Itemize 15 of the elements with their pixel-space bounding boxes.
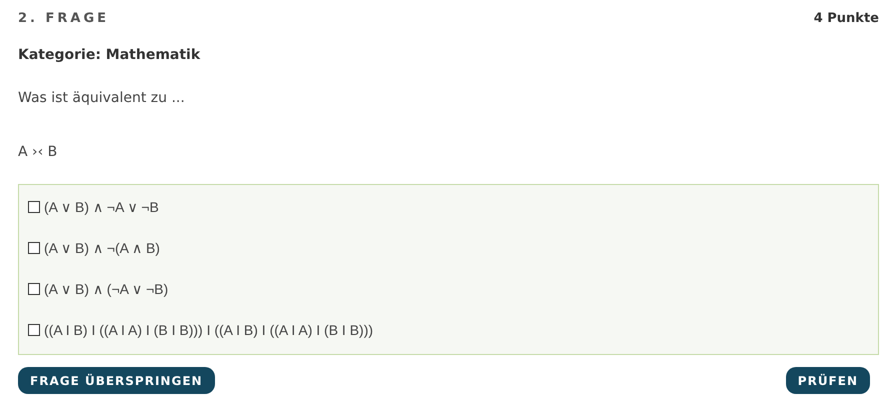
points-label: 4 Punkte xyxy=(814,10,879,28)
category-label: Kategorie: Mathematik xyxy=(18,46,202,65)
skip-button[interactable]: FRAGE ÜBERSPRINGEN xyxy=(18,367,215,394)
checkbox[interactable] xyxy=(28,324,40,336)
question-text: Was ist äquivalent zu ... xyxy=(18,89,186,108)
checkbox[interactable] xyxy=(28,201,40,213)
option-label[interactable]: (A ∨ B) ∧ ¬(A ∧ B) xyxy=(44,238,160,258)
formula-text: A ›‹ B xyxy=(18,143,58,162)
question-number: 2. FRAGE xyxy=(18,10,110,28)
option-label[interactable]: (A ∨ B) ∧ (¬A ∨ ¬B) xyxy=(44,278,168,300)
option-label[interactable]: ((A I B) I ((A I A) I (B I B))) I ((A I B) I ((A I A) I (B I B))) xyxy=(44,320,374,340)
check-button[interactable]: PRÜFEN xyxy=(786,367,870,394)
checkbox[interactable] xyxy=(28,242,40,254)
option-label[interactable]: (A ∨ B) ∧ ¬A ∨ ¬B xyxy=(44,196,159,218)
checkbox[interactable] xyxy=(28,283,40,295)
